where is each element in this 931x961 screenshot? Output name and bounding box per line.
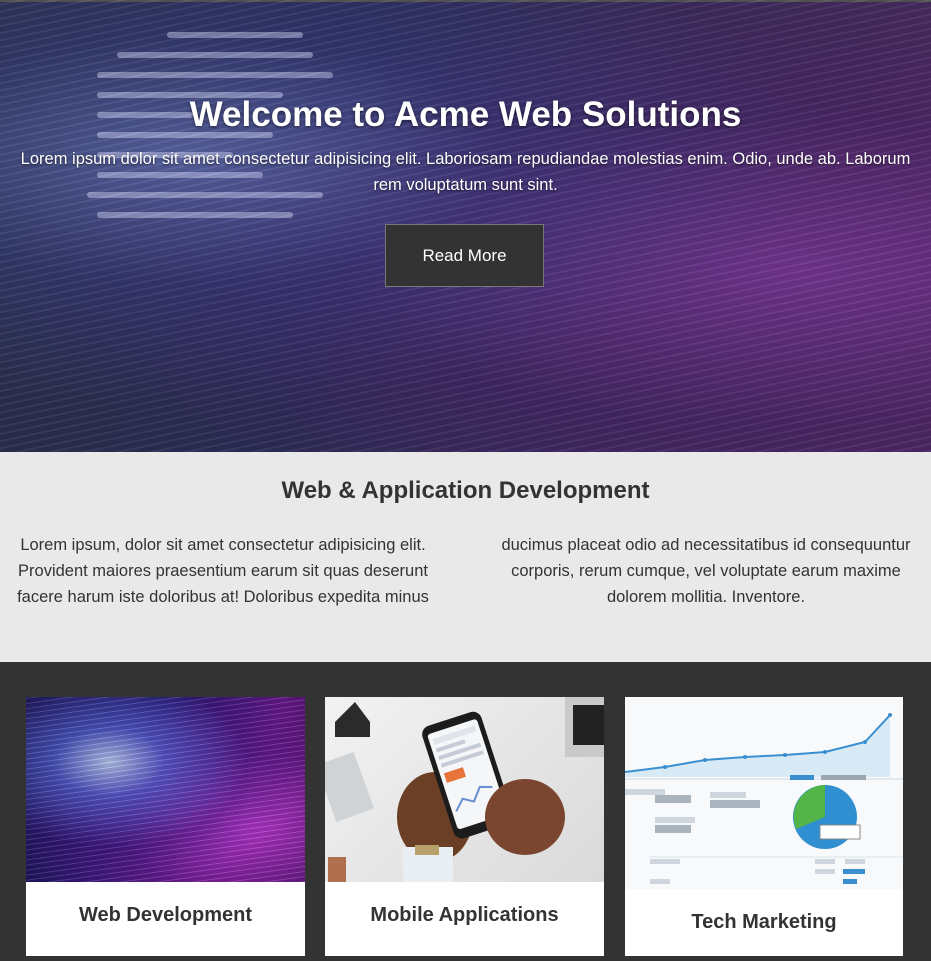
section-title: Web & Application Development [281, 477, 650, 504]
about-text-left: Lorem ipsum, dolor sit amet consectetur … [17, 536, 429, 606]
service-card-tech-marketing[interactable]: Tech Marketing [625, 697, 903, 956]
service-card-label: Tech Marketing [691, 911, 837, 933]
hero-tagline: Lorem ipsum dolor sit amet consectetur a… [20, 150, 911, 194]
code-screen-image [26, 697, 305, 882]
service-card-label: Mobile Applications [370, 904, 559, 926]
about-text-right: ducimus placeat odio ad necessitatibus i… [501, 536, 911, 606]
analytics-dashboard-image [625, 697, 903, 889]
service-card-label: Web Development [79, 904, 252, 926]
hero-banner: Welcome to Acme Web Solutions Lorem ipsu… [0, 0, 931, 452]
smartphone-hands-image [325, 697, 604, 882]
service-card-web-development[interactable]: Web Development [26, 697, 305, 956]
services-section: Web Development Mobile Applications Tech… [0, 662, 931, 961]
read-more-button[interactable]: Read More [385, 224, 544, 287]
about-section: Web & Application Development Lorem ipsu… [0, 452, 931, 662]
hero-title: Welcome to Acme Web Solutions [189, 95, 742, 134]
service-card-mobile-applications[interactable]: Mobile Applications [325, 697, 604, 956]
